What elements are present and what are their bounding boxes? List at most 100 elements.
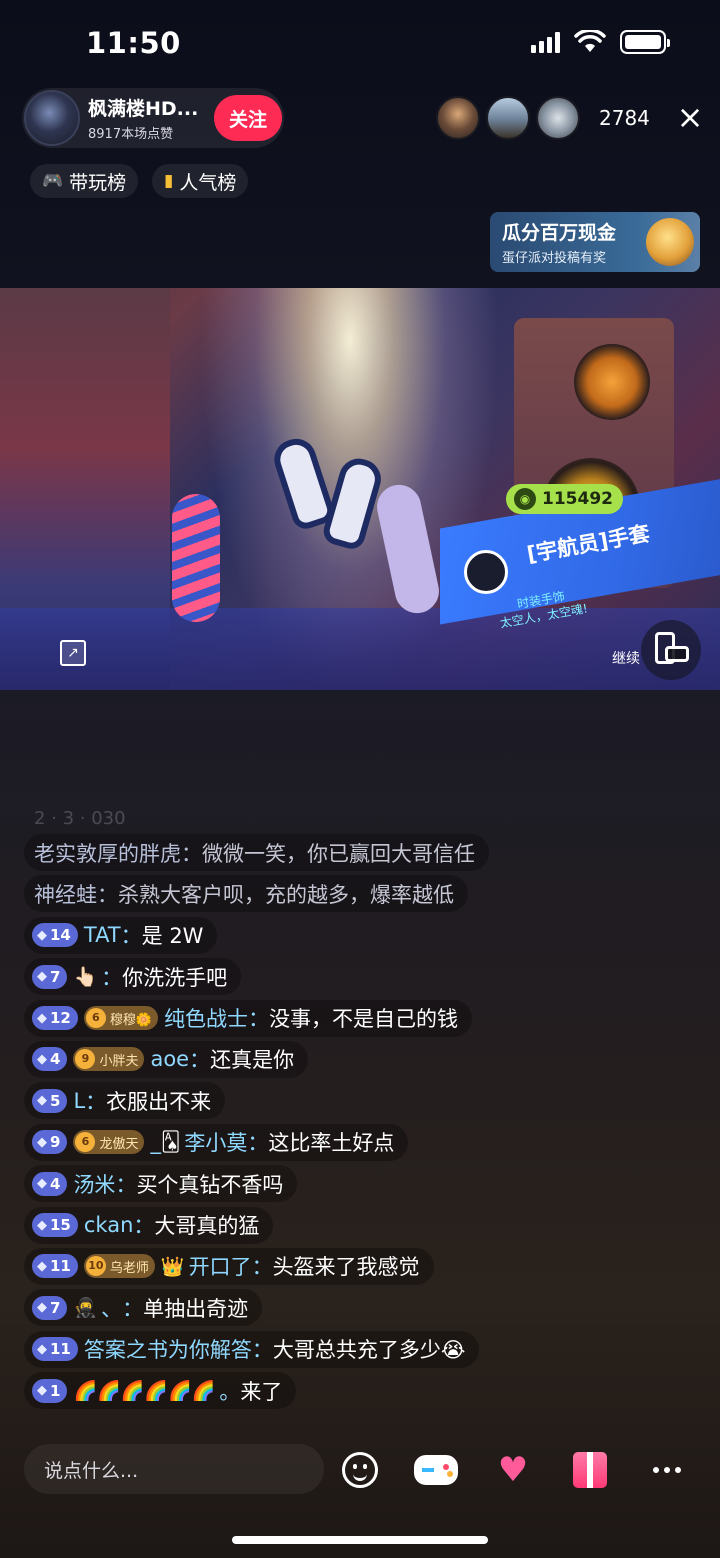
diamond-icon: ◆ bbox=[37, 1010, 47, 1026]
viewer-avatar[interactable] bbox=[436, 96, 480, 140]
heart-button[interactable]: ♥ bbox=[487, 1444, 539, 1496]
fan-club-badge: 6 穆穆🌼 bbox=[83, 1006, 159, 1031]
chat-bubble[interactable]: ◆ 1 🌈🌈🌈🌈🌈🌈。来了 bbox=[24, 1372, 297, 1410]
chat-bubble[interactable]: ◆ 11 10 乌老师 👑 开口了：头盔来了我感觉 bbox=[24, 1247, 434, 1285]
chat-separator: ： bbox=[133, 1214, 155, 1239]
chat-faded-line: 2 · 3 · 030 bbox=[34, 808, 126, 829]
close-icon[interactable]: × bbox=[674, 101, 706, 134]
chat-bubble[interactable]: ◆ 11 答案之书为你解答：大哥总共充了多少😭 bbox=[24, 1330, 480, 1368]
fan-level: 6 bbox=[75, 1132, 96, 1153]
chat-bubble[interactable]: ◆ 5 L：衣服出不来 bbox=[24, 1082, 226, 1120]
fan-club-badge: 6 龙傲天 bbox=[73, 1130, 145, 1155]
host-avatar[interactable] bbox=[24, 90, 80, 146]
rank-chip-play[interactable]: 🎮 带玩榜 bbox=[30, 164, 139, 198]
rank-chip-popularity[interactable]: ▮ 人气榜 bbox=[152, 164, 249, 198]
user-name[interactable]: 答案之书为你解答 bbox=[84, 1334, 252, 1364]
more-button[interactable] bbox=[641, 1444, 693, 1496]
chat-bubble[interactable]: 神经蛙：杀熟大客户呗，充的越多，爆率越低 bbox=[24, 875, 468, 913]
user-name[interactable]: ckan bbox=[84, 1213, 134, 1237]
chat-message[interactable]: ◆ 1 🌈🌈🌈🌈🌈🌈。来了 bbox=[24, 1372, 714, 1410]
chat-bubble[interactable]: ◆ 15 ckan：大哥真的猛 bbox=[24, 1206, 274, 1244]
coin-badge: ◉ 115492 bbox=[506, 484, 623, 514]
user-name[interactable]: 老实敦厚的胖虎 bbox=[34, 838, 181, 868]
user-name[interactable]: 纯色战士 bbox=[164, 1003, 248, 1033]
share-icon[interactable]: ↗ bbox=[60, 640, 86, 666]
chat-list[interactable]: 2 · 3 · 030 老实敦厚的胖虎：微微一笑，你已赢回大哥信任 神经蛙：杀熟大… bbox=[24, 808, 714, 1413]
user-name[interactable]: L bbox=[73, 1089, 85, 1113]
user-name-prefix[interactable]: _ bbox=[150, 1130, 161, 1154]
viewer-count[interactable]: 2784 bbox=[599, 106, 650, 130]
chat-message[interactable]: ◆ 7 👆🏻：你洗洗手吧 bbox=[24, 958, 714, 996]
chat-message[interactable]: ◆ 15 ckan：大哥真的猛 bbox=[24, 1206, 714, 1244]
chat-separator: ： bbox=[101, 965, 123, 990]
user-emoji: 🌈🌈🌈🌈🌈🌈 bbox=[73, 1380, 216, 1403]
heart-icon: ♥ bbox=[497, 1450, 529, 1490]
promo-banner[interactable]: 瓜分百万现金 蛋仔派对投稿有奖 bbox=[490, 212, 700, 272]
viewer-avatars[interactable] bbox=[436, 96, 586, 140]
comment-input[interactable]: 说点什么... bbox=[24, 1444, 324, 1494]
gloves-item bbox=[269, 433, 386, 553]
chat-bubble[interactable]: ◆ 4 9 小胖夫 aoe：还真是你 bbox=[24, 1040, 309, 1078]
user-level: 15 bbox=[50, 1216, 71, 1235]
chat-bubble[interactable]: 老实敦厚的胖虎：微微一笑，你已赢回大哥信任 bbox=[24, 834, 489, 871]
diamond-icon: ◆ bbox=[37, 1217, 47, 1233]
diamond-icon: ◆ bbox=[37, 927, 47, 943]
chat-message[interactable]: ◆ 11 答案之书为你解答：大哥总共充了多少😭 bbox=[24, 1330, 714, 1368]
chat-message[interactable]: ◆ 11 10 乌老师 👑 开口了：头盔来了我感觉 bbox=[24, 1247, 714, 1285]
viewer-avatar[interactable] bbox=[536, 96, 580, 140]
diamond-icon: ◆ bbox=[37, 1300, 47, 1316]
diamond-icon: ◆ bbox=[37, 1093, 47, 1109]
user-name[interactable]: 神经蛙 bbox=[34, 879, 97, 909]
chat-message[interactable]: ◆ 4 汤米：买个真钻不香吗 bbox=[24, 1165, 714, 1203]
user-level-badge: ◆ 7 bbox=[32, 964, 68, 989]
user-name[interactable]: 汤米 bbox=[73, 1169, 115, 1199]
user-name[interactable]: 李小莫 bbox=[184, 1127, 247, 1157]
emoji-button[interactable] bbox=[334, 1444, 386, 1496]
chat-message[interactable]: ◆ 12 6 穆穆🌼 纯色战士：没事，不是自己的钱 bbox=[24, 999, 714, 1037]
speaker-cone bbox=[574, 344, 650, 420]
chat-message[interactable]: ◆ 14 TAT：是 2W bbox=[24, 916, 714, 954]
status-time: 11:50 bbox=[86, 26, 181, 60]
wifi-icon bbox=[574, 30, 606, 52]
chat-separator: ： bbox=[189, 1048, 211, 1073]
chat-message[interactable]: 老实敦厚的胖虎：微微一笑，你已赢回大哥信任 bbox=[24, 834, 714, 871]
chat-bubble[interactable]: ◆ 14 TAT：是 2W bbox=[24, 916, 218, 954]
chat-text: 微微一笑，你已赢回大哥信任 bbox=[202, 841, 475, 866]
chat-message[interactable]: 神经蛙：杀熟大客户呗，充的越多，爆率越低 bbox=[24, 875, 714, 913]
user-name[interactable]: 开口了 bbox=[189, 1251, 252, 1281]
chat-text: 你洗洗手吧 bbox=[122, 965, 228, 990]
chat-message[interactable]: ◆ 9 6 龙傲天 _ 🂡 李小莫：这比率土好点 bbox=[24, 1123, 714, 1161]
game-button[interactable] bbox=[410, 1444, 462, 1496]
chat-text: 没事，不是自己的钱 bbox=[269, 1007, 459, 1032]
user-level-badge: ◆ 4 bbox=[32, 1171, 68, 1196]
chat-bubble[interactable]: ◆ 7 👆🏻：你洗洗手吧 bbox=[24, 958, 242, 996]
chat-message[interactable]: ◆ 5 L：衣服出不来 bbox=[24, 1082, 714, 1120]
home-indicator[interactable] bbox=[232, 1536, 488, 1544]
chat-message[interactable]: ◆ 7 🥷、：单抽出奇迹 bbox=[24, 1289, 714, 1327]
fan-club-badge: 10 乌老师 bbox=[83, 1254, 155, 1279]
follow-button[interactable]: 关注 bbox=[214, 95, 282, 141]
user-name[interactable]: 、 bbox=[101, 1293, 122, 1323]
user-name[interactable]: aoe bbox=[150, 1047, 189, 1071]
viewer-avatar[interactable] bbox=[486, 96, 530, 140]
user-level: 12 bbox=[50, 1009, 71, 1028]
user-level-badge: ◆ 11 bbox=[32, 1254, 78, 1279]
chat-text: 这比率土好点 bbox=[268, 1131, 395, 1156]
live-video[interactable]: ◉ 115492 [宇航员]手套 时装手饰 太空人，太空魂! ↗ 继续 bbox=[0, 288, 720, 690]
rank-chip-label: 人气榜 bbox=[179, 171, 237, 194]
chat-bubble[interactable]: ◆ 9 6 龙傲天 _ 🂡 李小莫：这比率土好点 bbox=[24, 1123, 409, 1161]
gift-icon bbox=[573, 1452, 607, 1488]
user-level-badge: ◆ 4 bbox=[32, 1047, 68, 1072]
chat-message[interactable]: ◆ 4 9 小胖夫 aoe：还真是你 bbox=[24, 1040, 714, 1078]
rotate-screen-button[interactable] bbox=[641, 620, 701, 680]
user-level-badge: ◆ 1 bbox=[32, 1378, 68, 1403]
chat-bubble[interactable]: ◆ 4 汤米：买个真钻不香吗 bbox=[24, 1165, 298, 1203]
chat-bubble[interactable]: ◆ 12 6 穆穆🌼 纯色战士：没事，不是自己的钱 bbox=[24, 999, 473, 1037]
gift-button[interactable] bbox=[564, 1444, 616, 1496]
continue-label: 继续 bbox=[612, 651, 640, 667]
user-name[interactable]: TAT bbox=[84, 923, 121, 947]
user-name[interactable]: 。 bbox=[219, 1376, 240, 1406]
chat-separator: ： bbox=[122, 1296, 144, 1321]
coin-icon: ◉ bbox=[514, 488, 536, 510]
chat-bubble[interactable]: ◆ 7 🥷、：单抽出奇迹 bbox=[24, 1289, 263, 1327]
